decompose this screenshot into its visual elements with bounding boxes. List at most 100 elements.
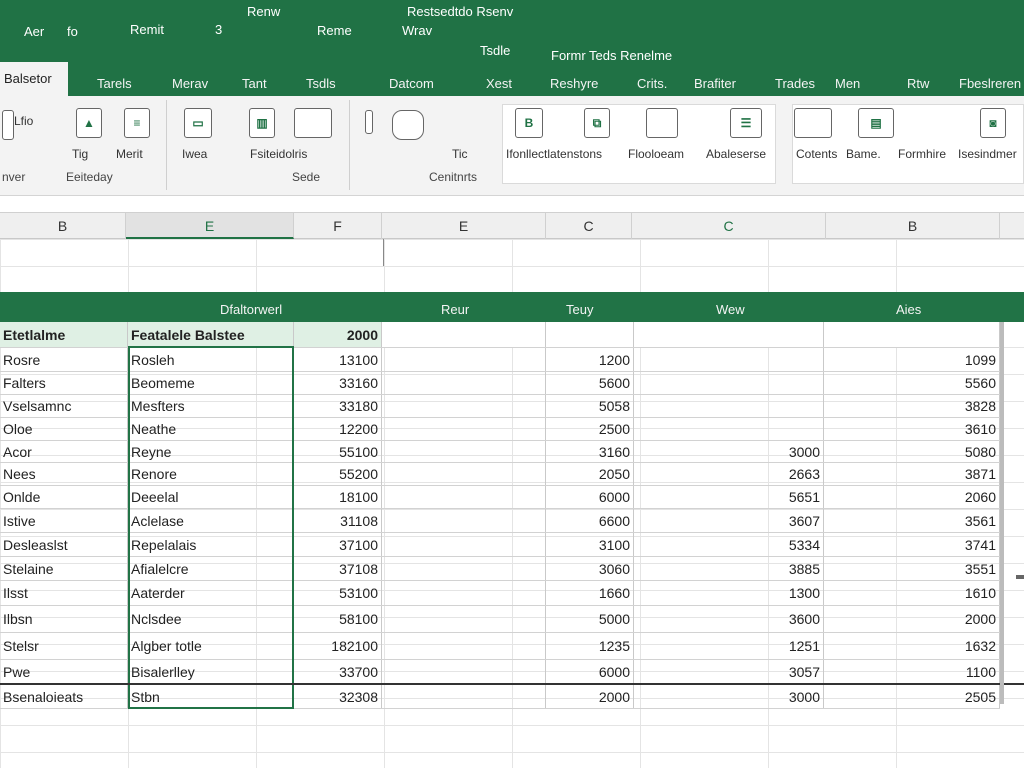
table-cell[interactable]: 6000: [546, 660, 634, 684]
quick-access-item[interactable]: Remit: [130, 22, 164, 37]
tab-active[interactable]: Balsetor: [0, 62, 68, 96]
table-cell[interactable]: [634, 348, 824, 371]
sheet-icon[interactable]: B: [515, 108, 543, 138]
find-icon[interactable]: ◙: [980, 108, 1006, 138]
table-cell[interactable]: 58100: [294, 606, 382, 632]
table-cell[interactable]: 1660: [546, 581, 634, 605]
table-cell[interactable]: 2500: [546, 418, 634, 440]
tab-3[interactable]: Tant: [242, 76, 267, 91]
comment-icon[interactable]: [392, 110, 424, 140]
ribbon-label[interactable]: Flooloeam: [628, 147, 684, 161]
ribbon-label[interactable]: Bame.: [846, 147, 881, 161]
table-cell[interactable]: 3000: [634, 685, 824, 708]
table-cell[interactable]: Featalele Balstee: [128, 322, 294, 347]
table-cell[interactable]: 1099: [824, 348, 1000, 371]
paste-icon[interactable]: [2, 110, 14, 140]
table-cell[interactable]: 3741: [824, 533, 1000, 556]
table-cell[interactable]: 2000: [294, 322, 382, 347]
column-header[interactable]: B: [0, 213, 126, 239]
table-cell[interactable]: Rosleh: [128, 348, 294, 371]
table-cell[interactable]: [382, 606, 546, 632]
table-cell[interactable]: 2663: [634, 463, 824, 485]
table-cell[interactable]: 5000: [546, 606, 634, 632]
table-cell[interactable]: Neathe: [128, 418, 294, 440]
tab-10[interactable]: Trades: [775, 76, 815, 91]
ribbon-label[interactable]: Iwea: [182, 147, 207, 161]
table-cell[interactable]: 1632: [824, 633, 1000, 659]
ribbon-label[interactable]: Merit: [116, 147, 143, 161]
table-cell[interactable]: Nclsdee: [128, 606, 294, 632]
table-cell[interactable]: [382, 509, 546, 532]
column-header[interactable]: C: [546, 213, 632, 239]
table-cell[interactable]: 5080: [824, 441, 1000, 462]
table-cell[interactable]: 3871: [824, 463, 1000, 485]
table-cell[interactable]: Deeelal: [128, 486, 294, 508]
table-cell[interactable]: 3600: [634, 606, 824, 632]
tab-9[interactable]: Brafiter: [694, 76, 736, 91]
table-cell[interactable]: Desleaslst: [0, 533, 128, 556]
table-cell[interactable]: Renore: [128, 463, 294, 485]
ribbon-label[interactable]: Formhire: [898, 147, 946, 161]
table-cell[interactable]: Aclelase: [128, 509, 294, 532]
table-cell[interactable]: Istive: [0, 509, 128, 532]
table-cell[interactable]: Stbn: [128, 685, 294, 708]
table-cell[interactable]: Nees: [0, 463, 128, 485]
column-header[interactable]: F: [294, 213, 382, 239]
tab-13[interactable]: Fbeslreren: [959, 76, 1021, 91]
band-header[interactable]: Wew: [716, 292, 745, 322]
table-cell[interactable]: Ilbsn: [0, 606, 128, 632]
table-cell[interactable]: 182100: [294, 633, 382, 659]
table-cell[interactable]: 2060: [824, 486, 1000, 508]
table-cell[interactable]: 33700: [294, 660, 382, 684]
tab-6[interactable]: Xest: [486, 76, 512, 91]
tab-4[interactable]: Tsdls: [306, 76, 336, 91]
table-cell[interactable]: 6600: [546, 509, 634, 532]
ribbon-label[interactable]: Ifonllectlatenstons: [506, 147, 602, 161]
format-icon[interactable]: ▭: [184, 108, 212, 138]
list-icon[interactable]: ☰: [730, 108, 762, 138]
table-cell[interactable]: [382, 395, 546, 417]
table-cell[interactable]: 2050: [546, 463, 634, 485]
table-cell[interactable]: [382, 557, 546, 580]
table-cell[interactable]: [382, 441, 546, 462]
quick-access-item[interactable]: fo: [67, 24, 78, 39]
tab-11[interactable]: Men: [835, 76, 860, 91]
table-cell[interactable]: 3828: [824, 395, 1000, 417]
table-cell[interactable]: 6000: [546, 486, 634, 508]
table-cell[interactable]: [634, 395, 824, 417]
ribbon-label[interactable]: Tig: [72, 147, 88, 161]
table-cell[interactable]: 1251: [634, 633, 824, 659]
table-cell[interactable]: Stelsr: [0, 633, 128, 659]
table-cell[interactable]: [382, 322, 546, 347]
table-cell[interactable]: Etetlalme: [0, 322, 128, 347]
table-cell[interactable]: Onlde: [0, 486, 128, 508]
table-cell[interactable]: Afialelcre: [128, 557, 294, 580]
band-header[interactable]: Dfaltorwerl: [220, 292, 282, 322]
tab-2[interactable]: Merav: [172, 76, 208, 91]
column-header[interactable]: E: [382, 213, 546, 239]
table-cell[interactable]: 1300: [634, 581, 824, 605]
table-cell[interactable]: 32308: [294, 685, 382, 708]
table-cell[interactable]: 3610: [824, 418, 1000, 440]
table-cell[interactable]: [634, 418, 824, 440]
table-cell[interactable]: Ilsst: [0, 581, 128, 605]
table-cell[interactable]: Mesfters: [128, 395, 294, 417]
table-cell[interactable]: 3551: [824, 557, 1000, 580]
table-cell[interactable]: [382, 581, 546, 605]
table-cell[interactable]: 1610: [824, 581, 1000, 605]
table-cell[interactable]: Acor: [0, 441, 128, 462]
quick-access-item[interactable]: 3: [215, 22, 222, 37]
table-cell[interactable]: Oloe: [0, 418, 128, 440]
tab-12[interactable]: Rtw: [907, 76, 929, 91]
table-cell[interactable]: 18100: [294, 486, 382, 508]
table-cell[interactable]: Repelalais: [128, 533, 294, 556]
table-cell[interactable]: 2505: [824, 685, 1000, 708]
quick-access-item[interactable]: Aer: [24, 24, 44, 39]
table-cell[interactable]: [382, 348, 546, 371]
table-cell[interactable]: 1200: [546, 348, 634, 371]
table-cell[interactable]: 1100: [824, 660, 1000, 684]
tab-1[interactable]: Tarels: [97, 76, 132, 91]
column-header[interactable]: C: [632, 213, 826, 239]
column-header-selected[interactable]: E: [126, 213, 294, 239]
band-header[interactable]: Aies: [896, 292, 921, 322]
